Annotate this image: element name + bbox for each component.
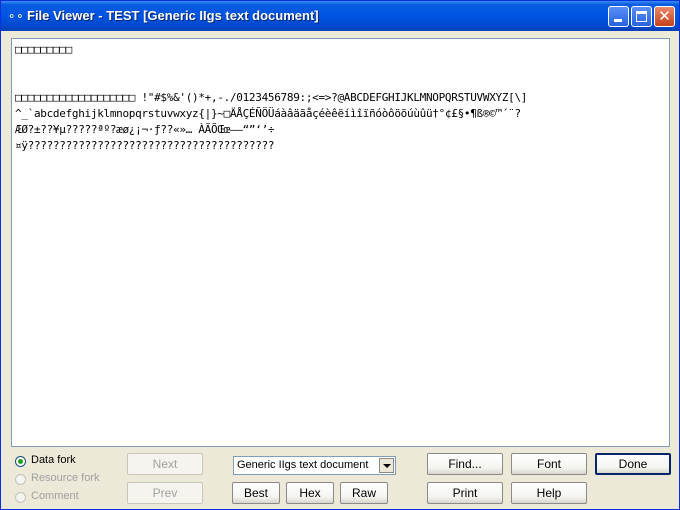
raw-button[interactable]: Raw — [340, 482, 388, 504]
radio-unchecked-icon — [15, 492, 26, 503]
chevron-down-icon[interactable] — [379, 458, 394, 473]
content-line: ^_`abcdefghijklmnopqrstuvwxyz{|}~□ÄÅÇÉÑÖ… — [15, 107, 521, 120]
prev-button[interactable]: Prev — [127, 482, 203, 504]
maximize-icon — [636, 11, 647, 22]
close-icon: ✕ — [658, 7, 671, 25]
best-button[interactable]: Best — [232, 482, 280, 504]
radio-checked-icon — [15, 456, 26, 467]
minimize-icon — [614, 19, 622, 22]
format-select-value: Generic IIgs text document — [237, 459, 369, 471]
minimize-button[interactable] — [608, 6, 629, 27]
font-button[interactable]: Font — [511, 453, 587, 475]
maximize-button[interactable] — [631, 6, 652, 27]
find-button[interactable]: Find... — [427, 453, 503, 475]
hex-button[interactable]: Hex — [286, 482, 334, 504]
content-line: ¤ÿ??????????????????????????????????????… — [15, 139, 275, 152]
help-button[interactable]: Help — [511, 482, 587, 504]
print-button[interactable]: Print — [427, 482, 503, 504]
format-select[interactable]: Generic IIgs text document — [233, 456, 396, 475]
next-button[interactable]: Next — [127, 453, 203, 475]
content-line: □□□□□□□□□ — [15, 43, 72, 56]
file-content-view[interactable]: □□□□□□□□□ □□□□□□□□□□□□□□□□□□□ !"#$%&'()*… — [11, 38, 670, 447]
close-button[interactable]: ✕ — [654, 6, 675, 27]
file-viewer-window: ⚬⚬ File Viewer - TEST [Generic IIgs text… — [0, 0, 680, 510]
app-icon: ⚬⚬ — [7, 10, 24, 23]
title-bar[interactable]: ⚬⚬ File Viewer - TEST [Generic IIgs text… — [1, 1, 679, 31]
content-line: ÆØ?±??¥µ?????ªº?æø¿¡¬·ƒ??«»… ÀÃÕŒœ–—“”‘’… — [15, 123, 275, 136]
window-title: File Viewer - TEST [Generic IIgs text do… — [27, 8, 319, 23]
done-button[interactable]: Done — [595, 453, 671, 475]
radio-unchecked-icon — [15, 474, 26, 485]
content-line: □□□□□□□□□□□□□□□□□□□ !"#$%&'()*+,-./01234… — [15, 91, 528, 104]
